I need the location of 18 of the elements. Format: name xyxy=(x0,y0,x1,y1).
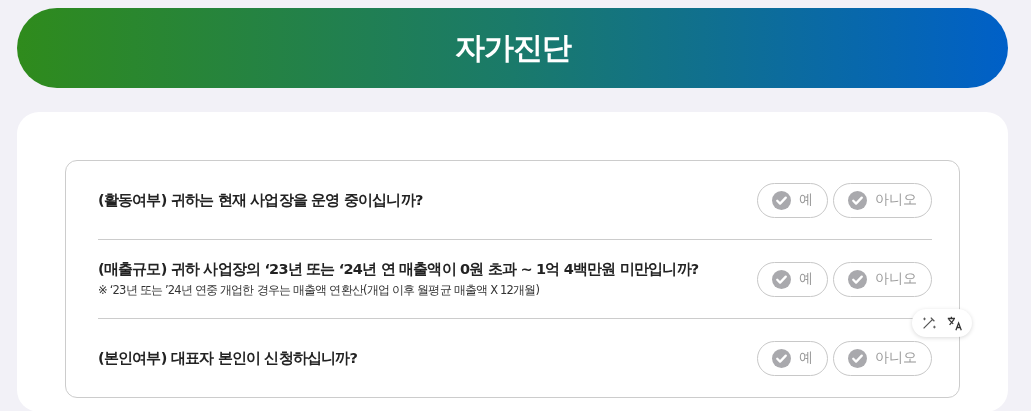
translate-icon[interactable] xyxy=(946,314,964,332)
question-text: (매출규모) 귀하 사업장의 ‘23년 또는 ‘24년 연 매출액이 0원 초과 ~ 1억 4백만원 미만입니까? xyxy=(98,260,699,279)
question-text: (활동여부) 귀하는 현재 사업장을 운영 중이십니까? xyxy=(98,190,423,210)
check-icon xyxy=(848,269,867,289)
question-note: ※ ‘23년 또는 ’24년 연중 개업한 경우는 매출액 연환산(개업 이후 월평균 매출액 X 12개월) xyxy=(98,283,541,298)
answer-button[interactable]: 예 xyxy=(757,182,828,218)
check-icon xyxy=(772,269,791,289)
check-icon xyxy=(772,190,791,210)
question-text: (본인여부) 대표자 본인이 신청하십니까? xyxy=(98,348,358,368)
answer-button[interactable]: 예 xyxy=(757,340,828,376)
answer-button[interactable]: 아니오 xyxy=(833,182,932,218)
check-icon xyxy=(848,348,867,368)
check-icon xyxy=(772,348,791,368)
answer-button[interactable]: 아니오 xyxy=(833,261,932,297)
answer-button[interactable]: 예 xyxy=(757,261,828,297)
answer-button[interactable]: 아니오 xyxy=(833,340,932,376)
page-title: 자가진단 xyxy=(454,28,571,67)
check-icon xyxy=(848,190,867,210)
